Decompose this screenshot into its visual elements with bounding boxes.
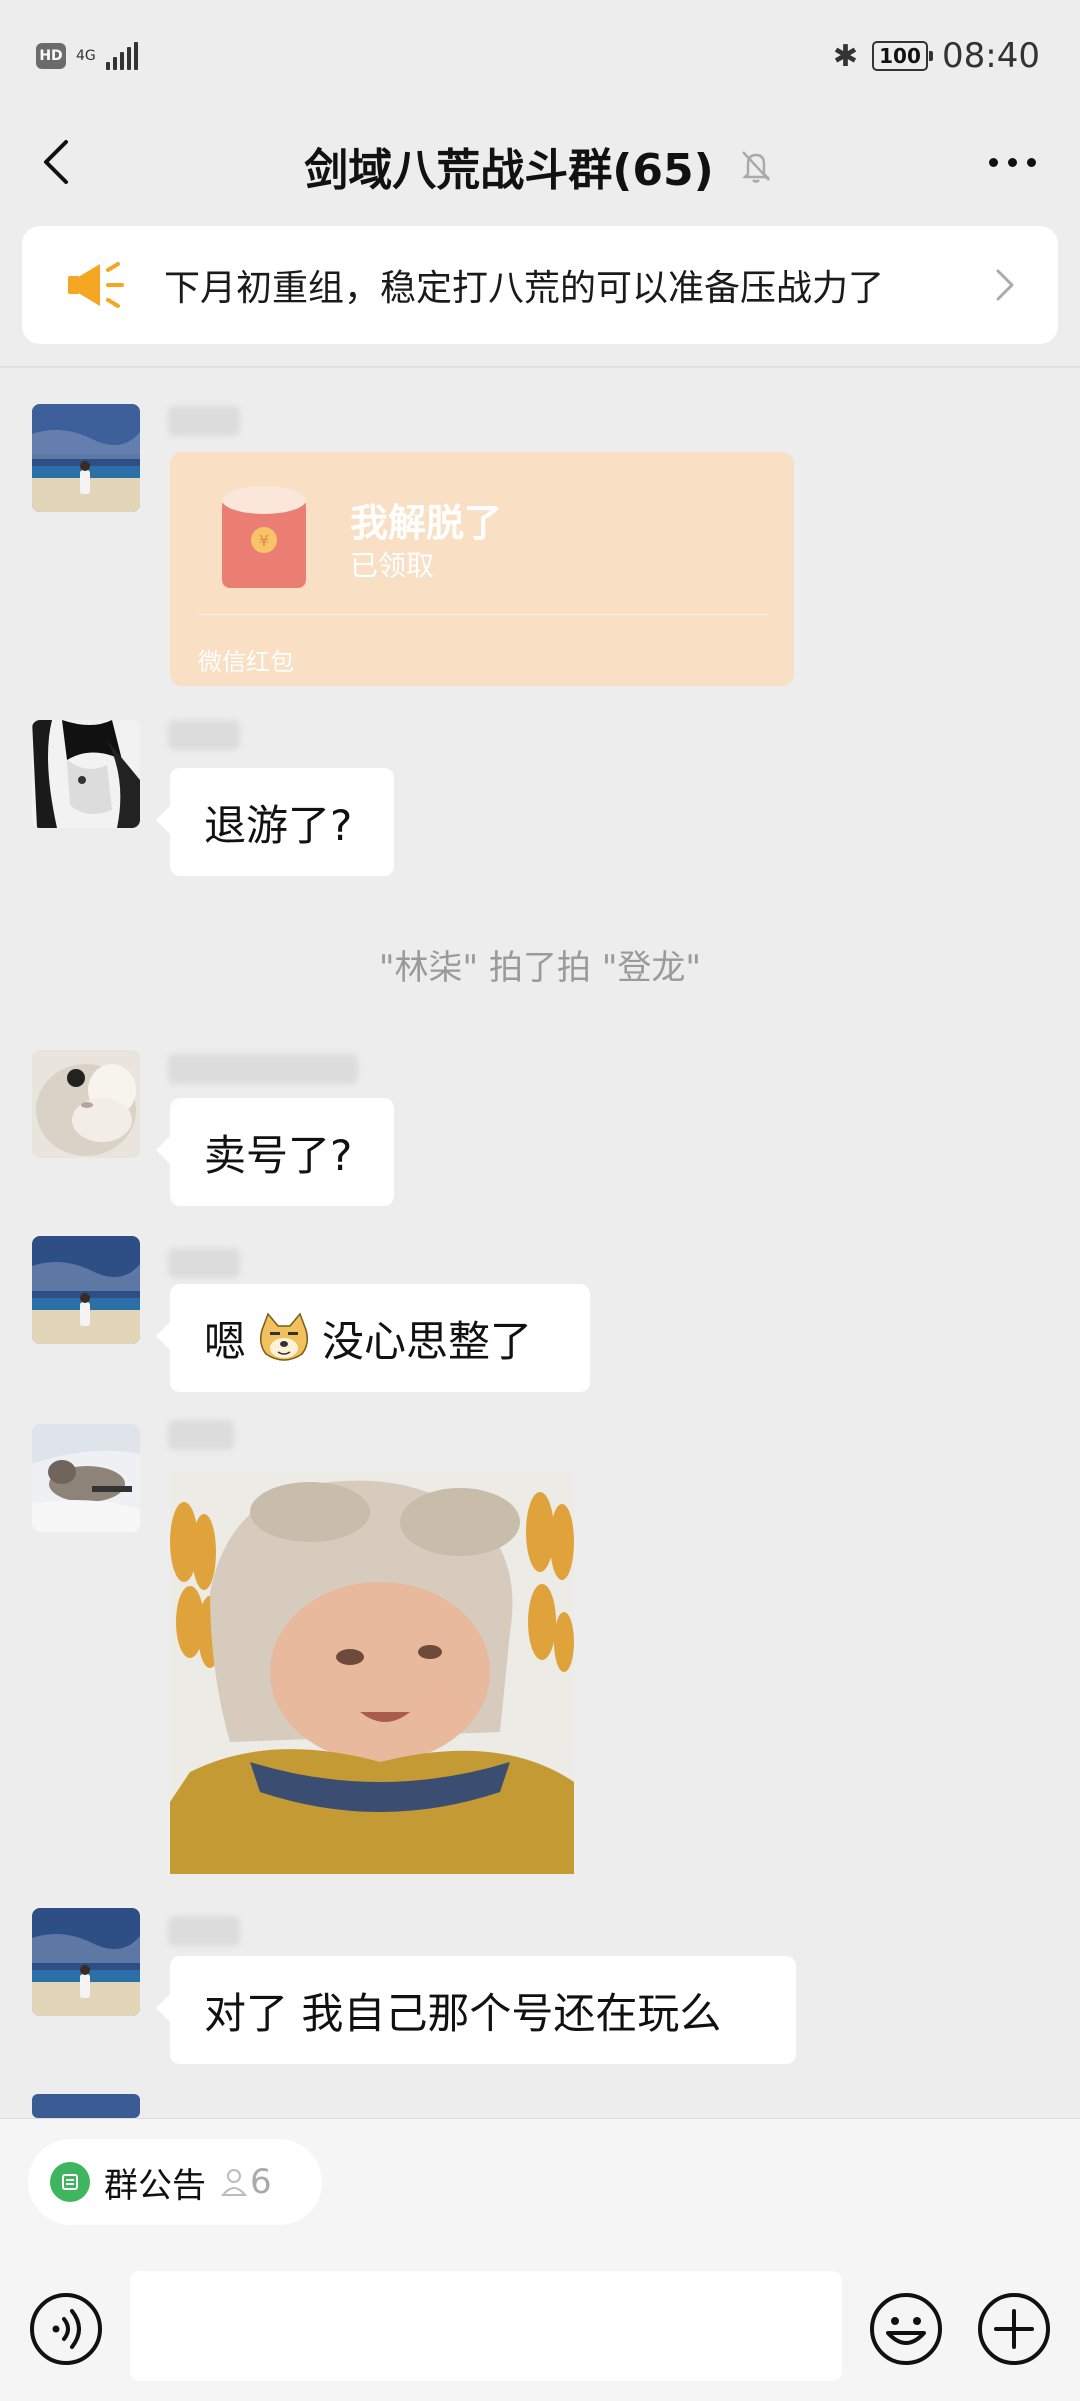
chat-title: 剑域八荒战斗群(65) <box>304 145 714 196</box>
message-text-part2: 没心思整了 <box>322 1316 533 1366</box>
avatar-cat[interactable] <box>32 1050 140 1158</box>
more-options-icon[interactable] <box>989 158 1036 167</box>
message-text: 卖号了? <box>204 1130 353 1180</box>
sender-name <box>168 1916 240 1946</box>
message-text: 退游了? <box>204 800 353 850</box>
group-notice-icon <box>50 2162 90 2202</box>
red-packet-title: 我解脱了 <box>350 501 503 545</box>
chat-header: 剑域八荒战斗群(65) <box>0 110 1080 220</box>
message-bubble[interactable]: 嗯 没心思整了 <box>156 1284 590 1392</box>
clock: 08:40 <box>942 36 1040 76</box>
plus-icon[interactable] <box>976 2291 1052 2367</box>
avatar-dog[interactable] <box>32 1424 140 1532</box>
group-notice-count: 6 <box>220 2162 272 2202</box>
chevron-right-icon <box>996 269 1014 301</box>
red-packet-card[interactable]: ¥ 我解脱了 已领取 微信红包 <box>170 452 794 686</box>
avatar-beach[interactable] <box>32 1908 140 2016</box>
announcement-text: 下月初重组，稳定打八荒的可以准备压战力了 <box>164 268 885 309</box>
message-bubble[interactable]: 退游了? <box>156 768 394 876</box>
chat-title-wrap: 剑域八荒战斗群(65) <box>0 134 1080 198</box>
message-text-part1: 嗯 <box>204 1316 247 1366</box>
message-bubble[interactable]: 对了 我自己那个号还在玩么 <box>156 1956 796 2064</box>
system-pat-message: "林柒" 拍了拍 "登龙" <box>378 948 702 988</box>
message-input[interactable] <box>130 2271 842 2381</box>
svg-text:¥: ¥ <box>259 531 269 550</box>
status-left: HD 4G <box>36 42 138 70</box>
sender-name <box>168 1054 358 1084</box>
mute-bell-icon <box>741 151 770 183</box>
megaphone-icon <box>68 262 124 308</box>
message-text: 对了 我自己那个号还在玩么 <box>204 1988 722 2038</box>
voice-input-icon[interactable] <box>28 2291 104 2367</box>
divider <box>0 366 1080 368</box>
red-packet-label: 微信红包 <box>198 648 294 676</box>
group-notice-chip[interactable]: 群公告 6 <box>28 2139 322 2225</box>
red-packet-divider <box>198 614 768 615</box>
network-type: 4G <box>76 48 96 64</box>
sender-name <box>168 1420 234 1450</box>
message-bubble[interactable]: 卖号了? <box>156 1098 394 1206</box>
status-right: ✱ 100 08:40 <box>833 36 1040 76</box>
status-bar: HD 4G ✱ 100 08:40 <box>0 0 1080 110</box>
doge-emoji-icon <box>259 1312 309 1361</box>
sender-name <box>168 720 240 750</box>
avatar-beach[interactable] <box>32 404 140 512</box>
red-packet-status: 已领取 <box>350 549 435 582</box>
signal-icon <box>105 42 138 70</box>
person-icon <box>220 2169 248 2196</box>
baby-photo-image[interactable] <box>170 1472 574 1874</box>
group-notice-label: 群公告 <box>104 2165 206 2206</box>
battery-icon: 100 <box>872 41 934 71</box>
avatar-beach[interactable] <box>32 1236 140 1344</box>
sender-name <box>168 406 240 436</box>
bluetooth-icon: ✱ <box>832 38 859 74</box>
red-packet-icon: ¥ <box>222 486 306 588</box>
avatar-anime[interactable] <box>32 720 140 828</box>
sender-name <box>168 1248 240 1278</box>
hd-badge: HD <box>36 43 66 69</box>
emoji-icon[interactable] <box>868 2291 944 2367</box>
bottom-input-area: 群公告 6 <box>0 2118 1080 2401</box>
announcement-bar[interactable]: 下月初重组，稳定打八荒的可以准备压战力了 <box>22 226 1058 344</box>
avatar-beach-partial <box>32 2094 140 2118</box>
